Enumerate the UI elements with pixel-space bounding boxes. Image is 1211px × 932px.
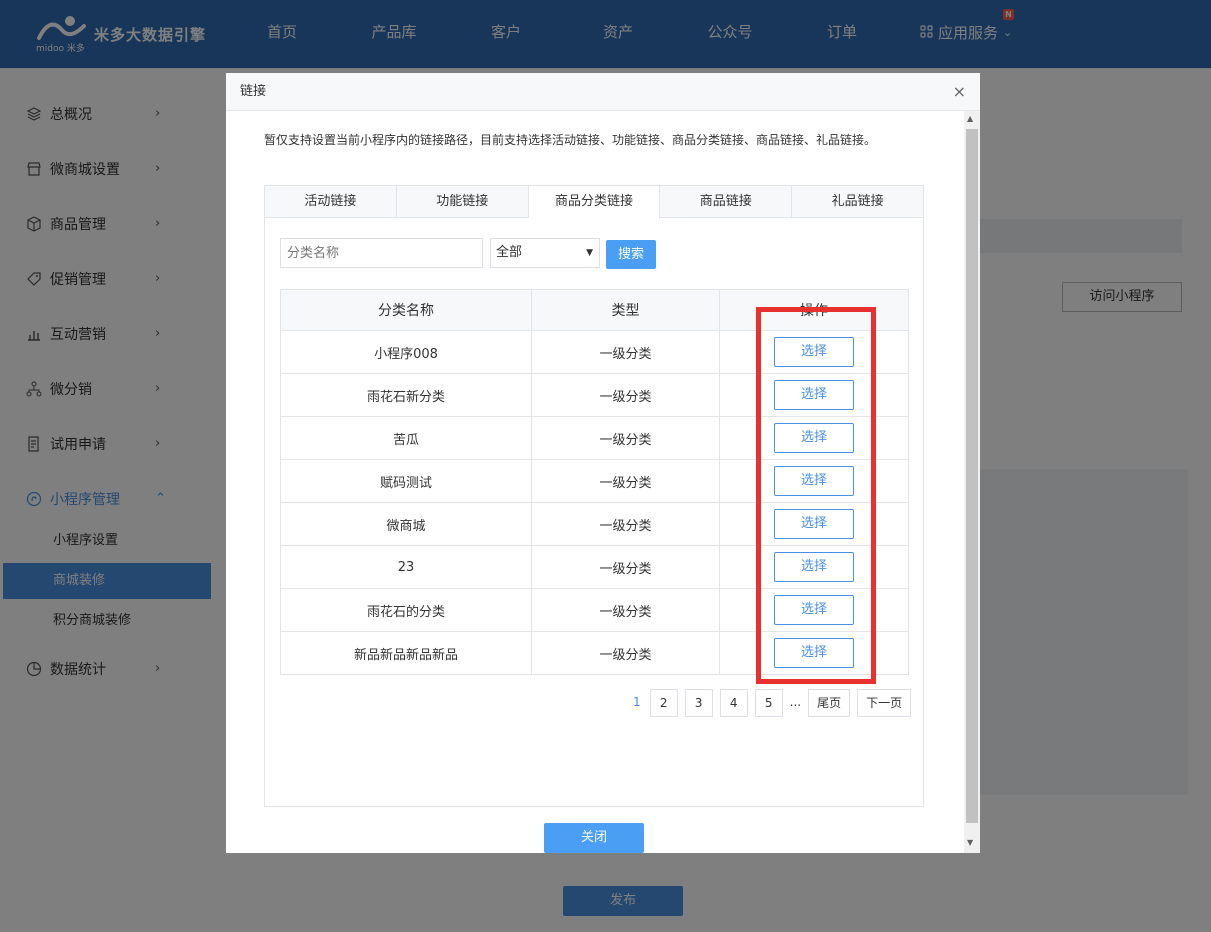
close-icon[interactable]: × [953, 73, 966, 111]
tab-function-link[interactable]: 功能链接 [397, 186, 529, 217]
page-2[interactable]: 2 [649, 689, 678, 717]
tab-activity-link[interactable]: 活动链接 [265, 186, 397, 217]
tab-gift-link[interactable]: 礼品链接 [792, 186, 923, 217]
cell-type: 一级分类 [531, 588, 720, 632]
cell-type: 一级分类 [531, 545, 720, 589]
search-button[interactable]: 搜索 [606, 240, 656, 269]
page-current[interactable]: 1 [631, 689, 643, 717]
tab-product-link[interactable]: 商品链接 [660, 186, 793, 217]
cell-name: 雨花石的分类 [280, 588, 532, 632]
cell-name: 新品新品新品新品 [280, 631, 532, 675]
type-select[interactable]: 全部 ▼ [490, 238, 600, 268]
col-header-name: 分类名称 [280, 289, 532, 331]
cell-type: 一级分类 [531, 416, 720, 460]
modal-header: 链接 × [226, 73, 980, 111]
category-search-input[interactable] [280, 238, 483, 268]
col-header-type: 类型 [531, 289, 720, 331]
close-button[interactable]: 关闭 [544, 823, 644, 853]
cell-name: 苦瓜 [280, 416, 532, 460]
scroll-up-arrow-icon[interactable]: ▲ [967, 114, 973, 123]
caret-down-icon: ▼ [586, 248, 593, 258]
type-select-value: 全部 [496, 245, 523, 260]
cell-type: 一级分类 [531, 330, 720, 374]
page-ellipsis: ... [789, 689, 802, 717]
modal-notice: 暂仅支持设置当前小程序内的链接路径，目前支持选择活动链接、功能链接、商品分类链接… [264, 133, 877, 147]
cell-name: 23 [280, 545, 532, 589]
page-last[interactable]: 尾页 [808, 689, 851, 717]
annotation-highlight-box [756, 307, 876, 684]
page-3[interactable]: 3 [684, 689, 713, 717]
modal-title: 链接 [240, 84, 267, 99]
cell-name: 微商城 [280, 502, 532, 546]
pagination: 1 2 3 4 5 ... 尾页 下一页 [631, 689, 912, 717]
scrollbar-thumb[interactable] [966, 129, 978, 823]
link-tabs: 活动链接 功能链接 商品分类链接 商品链接 礼品链接 [265, 186, 923, 219]
page-5[interactable]: 5 [754, 689, 783, 717]
page-4[interactable]: 4 [719, 689, 748, 717]
cell-name: 雨花石新分类 [280, 373, 532, 417]
cell-type: 一级分类 [531, 631, 720, 675]
cell-type: 一级分类 [531, 502, 720, 546]
cell-type: 一级分类 [531, 459, 720, 503]
tab-category-link[interactable]: 商品分类链接 [528, 186, 661, 219]
cell-name: 赋码测试 [280, 459, 532, 503]
scroll-down-arrow-icon[interactable]: ▼ [967, 838, 973, 847]
cell-type: 一级分类 [531, 373, 720, 417]
cell-name: 小程序008 [280, 330, 532, 374]
page-next[interactable]: 下一页 [857, 689, 912, 717]
